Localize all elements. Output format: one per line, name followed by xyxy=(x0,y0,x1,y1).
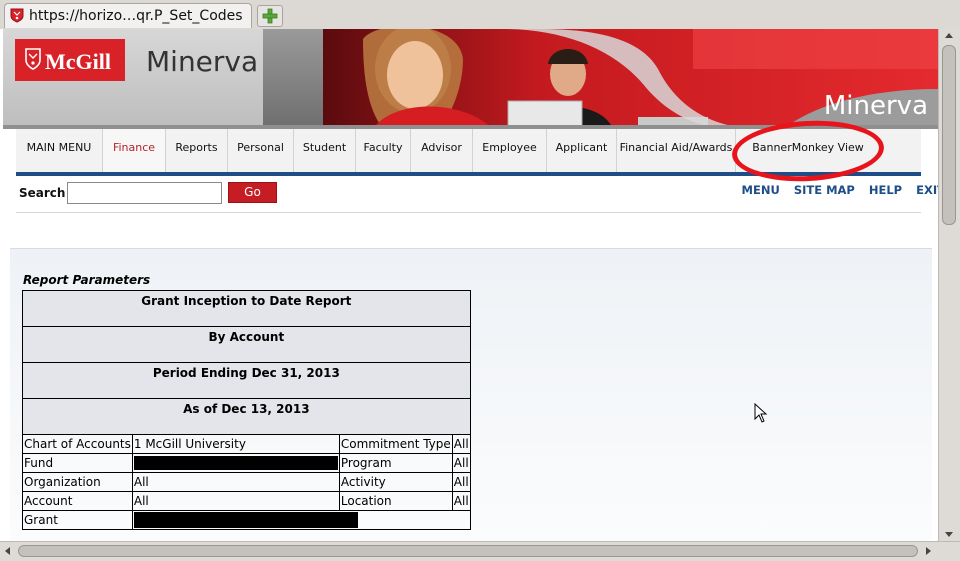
param-value: All xyxy=(451,491,471,511)
param-label: Organization xyxy=(22,472,133,492)
nav-personal[interactable]: Personal xyxy=(228,129,294,172)
scroll-left-arrow-icon[interactable] xyxy=(5,547,10,555)
new-tab-button[interactable] xyxy=(257,5,283,27)
nav-employee[interactable]: Employee xyxy=(473,129,547,172)
browser-tab-title: https://horizo…qr.P_Set_Codes xyxy=(29,8,243,24)
report-header: By Account xyxy=(22,326,471,363)
param-label: Account xyxy=(22,491,133,511)
site-map-link[interactable]: SITE MAP xyxy=(794,183,855,197)
param-label: Program xyxy=(338,453,453,473)
redacted-value xyxy=(131,510,471,530)
mouse-cursor-icon xyxy=(754,403,768,423)
nav-advisor[interactable]: Advisor xyxy=(411,129,473,172)
mcgill-shield-icon xyxy=(25,48,41,70)
banner-brand-text: Minerva xyxy=(823,91,928,121)
mcgill-logo[interactable]: McGill xyxy=(15,39,125,81)
scroll-right-arrow-icon[interactable] xyxy=(926,547,931,555)
report-header: Period Ending Dec 31, 2013 xyxy=(22,362,471,399)
report-header: Grant Inception to Date Report xyxy=(22,290,471,327)
site-name: Minerva xyxy=(146,45,259,78)
scroll-up-arrow-icon[interactable] xyxy=(945,33,953,38)
nav-financial-aid[interactable]: Financial Aid/Awards xyxy=(617,129,736,172)
param-label: Commitment Type xyxy=(338,434,453,454)
table-row: Grant xyxy=(22,510,471,530)
param-value: 1 McGill University xyxy=(131,434,340,454)
param-label: Grant xyxy=(22,510,133,530)
report-parameters-table: Grant Inception to Date Report By Accoun… xyxy=(22,290,471,530)
nav-finance[interactable]: Finance xyxy=(103,129,166,172)
param-label: Fund xyxy=(22,453,133,473)
table-row: Account All Location All xyxy=(22,491,471,511)
browser-tab[interactable]: https://horizo…qr.P_Set_Codes xyxy=(4,3,252,28)
help-link[interactable]: HELP xyxy=(869,183,902,197)
param-label: Chart of Accounts xyxy=(22,434,133,454)
nav-faculty[interactable]: Faculty xyxy=(356,129,411,172)
vertical-scroll-thumb[interactable] xyxy=(942,45,956,225)
param-label: Location xyxy=(338,491,453,511)
logo-text: McGill xyxy=(45,49,111,74)
report-parameters-title: Report Parameters xyxy=(23,273,151,287)
nav-reports[interactable]: Reports xyxy=(166,129,228,172)
browser-tab-bar: https://horizo…qr.P_Set_Codes xyxy=(0,0,960,30)
table-row: Chart of Accounts 1 McGill University Co… xyxy=(22,434,471,454)
horizontal-scroll-thumb[interactable] xyxy=(18,545,918,557)
param-value: All xyxy=(131,491,340,511)
param-value: All xyxy=(131,472,340,492)
scroll-down-arrow-icon[interactable] xyxy=(945,532,953,537)
nav-applicant[interactable]: Applicant xyxy=(547,129,617,172)
table-row: Organization All Activity All xyxy=(22,472,471,492)
go-button[interactable]: Go xyxy=(228,182,277,203)
report-header: As of Dec 13, 2013 xyxy=(22,398,471,435)
redaction-bar xyxy=(133,512,358,528)
utility-links: MENU SITE MAP HELP EXIT xyxy=(732,183,945,197)
plus-icon xyxy=(262,8,278,24)
table-row: Fund Program All xyxy=(22,453,471,473)
param-value: All xyxy=(451,453,471,473)
horizontal-scrollbar[interactable] xyxy=(0,541,960,561)
param-value: All xyxy=(451,472,471,492)
search-label: Search xyxy=(19,186,66,200)
param-value: All xyxy=(451,434,471,454)
nav-student[interactable]: Student xyxy=(294,129,356,172)
site-banner: McGill Minerva Minerva xyxy=(3,29,938,129)
mcgill-shield-icon xyxy=(10,8,24,23)
redacted-value xyxy=(131,453,340,473)
param-label: Activity xyxy=(338,472,453,492)
vertical-scrollbar[interactable] xyxy=(938,29,960,541)
menu-link[interactable]: MENU xyxy=(742,183,780,197)
redaction-bar xyxy=(133,456,338,471)
nav-main-menu[interactable]: MAIN MENU xyxy=(16,129,103,172)
search-input[interactable] xyxy=(67,182,222,204)
search-divider xyxy=(16,212,921,213)
